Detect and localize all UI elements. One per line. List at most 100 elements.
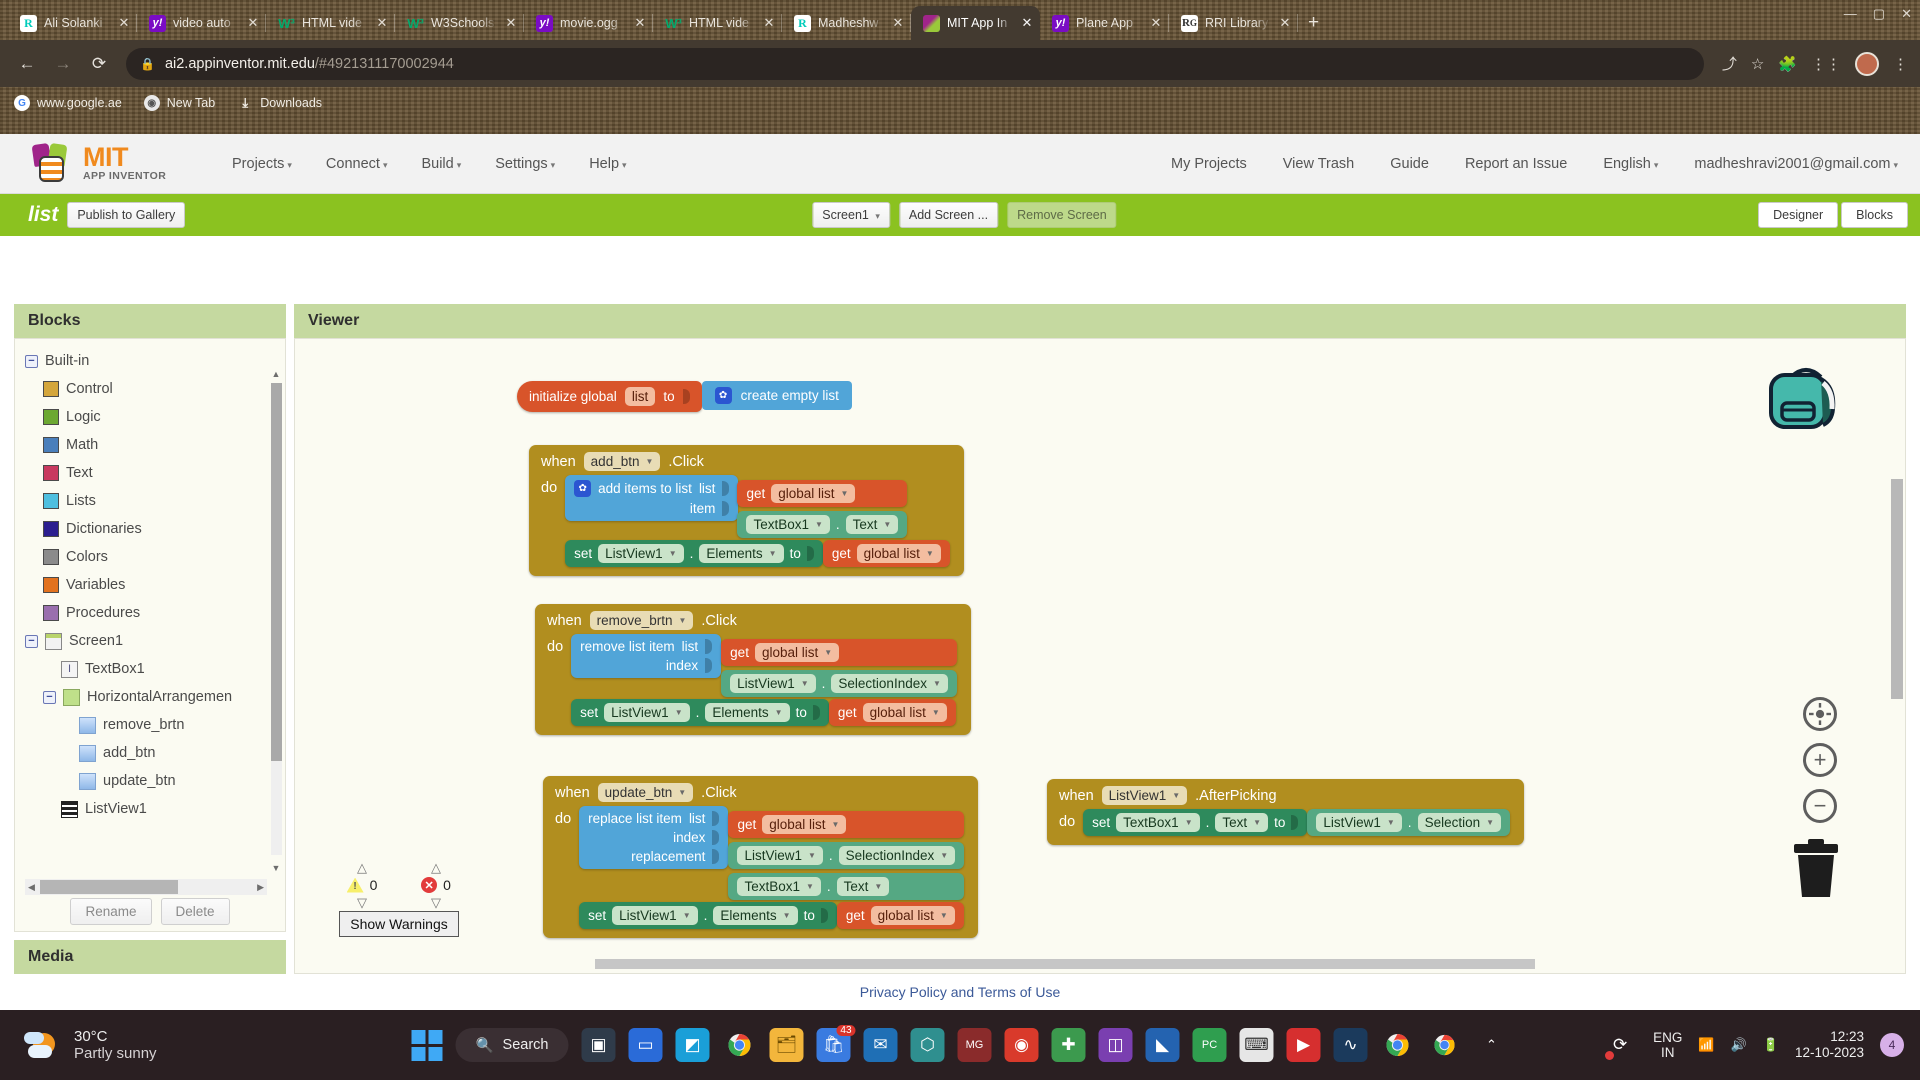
canvas-horizontal-scrollbar[interactable] xyxy=(595,959,1535,969)
zoom-in-icon[interactable]: + xyxy=(1803,743,1837,777)
component-dropdown[interactable]: ListView1 ▼ xyxy=(1101,786,1188,805)
browser-tab[interactable]: R G RRI Library ✕ xyxy=(1169,6,1298,40)
tree-node-textbox1[interactable]: I TextBox1 xyxy=(15,655,285,683)
close-icon[interactable]: ✕ xyxy=(1278,15,1292,31)
component-dropdown[interactable]: ListView1 ▼ xyxy=(604,703,690,722)
global-name-field[interactable]: list xyxy=(624,387,656,406)
variable-dropdown[interactable]: global list ▼ xyxy=(754,643,840,662)
block-when-remove-brtn-click[interactable]: when remove_brtn ▼ .Click do remove list … xyxy=(535,604,971,735)
scroll-right-icon[interactable]: ▶ xyxy=(254,882,267,893)
vscode-icon[interactable]: ◣ xyxy=(1145,1028,1180,1062)
bookmark-newtab[interactable]: ◉ New Tab xyxy=(143,95,215,111)
event-block[interactable]: when remove_brtn ▼ .Click do remove list … xyxy=(535,604,971,735)
property-dropdown[interactable]: SelectionIndex ▼ xyxy=(831,674,948,693)
widgets-icon[interactable]: ◩ xyxy=(675,1028,710,1062)
minimize-icon[interactable]: — xyxy=(1844,6,1857,22)
close-icon[interactable]: ✕ xyxy=(246,15,260,31)
chrome-active-icon[interactable] xyxy=(1381,1028,1415,1062)
palette-horizontal-scrollbar[interactable]: ◀ ▶ xyxy=(25,879,267,895)
get-global-list-block[interactable]: get global list ▼ xyxy=(728,811,965,838)
scrollbar-track[interactable] xyxy=(38,880,254,894)
show-hidden-icons[interactable]: ⌃ xyxy=(1475,1028,1509,1062)
tree-node-add-btn[interactable]: add_btn xyxy=(15,739,285,767)
property-dropdown[interactable]: Text ▼ xyxy=(845,515,899,534)
backpack-icon[interactable] xyxy=(1761,361,1851,437)
error-down-icon[interactable]: ▽ xyxy=(407,896,465,909)
rename-button[interactable]: Rename xyxy=(70,898,152,925)
cube-app-icon[interactable]: ⬡ xyxy=(910,1028,945,1062)
wifi-icon[interactable]: 📶 xyxy=(1698,1037,1714,1053)
listview1-selectionindex-getter-block[interactable]: ListView1 ▼. SelectionIndex ▼ xyxy=(728,842,965,869)
browser-tab[interactable]: W³ W3Schools ✕ xyxy=(395,6,524,40)
teams-icon[interactable]: ▭ xyxy=(628,1028,663,1062)
extensions-icon[interactable]: 🧩 xyxy=(1778,55,1797,73)
pycharm-icon[interactable]: PC xyxy=(1192,1028,1227,1062)
taskview-icon[interactable]: ▣ xyxy=(581,1028,616,1062)
blocks-button[interactable]: Blocks xyxy=(1841,202,1908,228)
close-icon[interactable]: ✕ xyxy=(117,15,131,31)
language-selector[interactable]: English ▾ xyxy=(1603,156,1658,172)
browser-tab[interactable]: W³ HTML vide ✕ xyxy=(266,6,395,40)
account-menu[interactable]: madheshravi2001@gmail.com ▾ xyxy=(1694,156,1898,172)
block-when-add-btn-click[interactable]: when add_btn ▼ .Click do ✿ add items to li… xyxy=(529,445,964,576)
palette-item-text[interactable]: Text xyxy=(15,459,285,487)
scroll-left-icon[interactable]: ◀ xyxy=(25,882,38,893)
palette-item-procedures[interactable]: Procedures xyxy=(15,599,285,627)
listview1-selectionindex-getter-block[interactable]: ListView1 ▼. SelectionIndex ▼ xyxy=(721,670,957,697)
variable-dropdown[interactable]: global list ▼ xyxy=(862,703,947,722)
component-dropdown[interactable]: remove_brtn ▼ xyxy=(589,611,694,630)
variable-dropdown[interactable]: global list ▼ xyxy=(870,906,955,925)
palette-item-logic[interactable]: Logic xyxy=(15,403,285,431)
event-block[interactable]: when add_btn ▼ .Click do ✿ add items to li… xyxy=(529,445,964,576)
canvas-vertical-scrollbar[interactable] xyxy=(1891,479,1903,699)
center-target-icon[interactable] xyxy=(1803,697,1837,731)
warning-up-icon[interactable]: △ xyxy=(333,861,391,874)
property-dropdown[interactable]: Text ▼ xyxy=(836,877,890,896)
tree-node-remove-brtn[interactable]: remove_brtn xyxy=(15,711,285,739)
palette-item-dictionaries[interactable]: Dictionaries xyxy=(15,515,285,543)
store-icon[interactable]: 🛍 43 xyxy=(816,1025,856,1062)
block-when-update-btn-click[interactable]: when update_btn ▼ .Click do replace list … xyxy=(543,776,979,938)
delete-button[interactable]: Delete xyxy=(160,898,230,925)
replace-list-item-block[interactable]: replace list item list index replacement xyxy=(579,806,729,869)
search-box[interactable]: 🔍 Search xyxy=(455,1028,569,1062)
youtube-icon[interactable]: ▶ xyxy=(1286,1028,1321,1062)
close-icon[interactable]: ✕ xyxy=(375,15,389,31)
tree-node-listview1[interactable]: ListView1 xyxy=(15,795,285,823)
collapse-icon[interactable]: − xyxy=(25,634,38,648)
component-dropdown[interactable]: add_btn ▼ xyxy=(583,452,661,471)
block-initialize-global[interactable]: initialize global list to ✿ create empty… xyxy=(517,381,852,412)
outlook-icon[interactable]: ✉ xyxy=(863,1028,898,1062)
maximize-icon[interactable]: ▢ xyxy=(1873,6,1885,22)
palette-item-lists[interactable]: Lists xyxy=(15,487,285,515)
get-global-list-block[interactable]: get global list ▼ xyxy=(822,540,950,567)
property-dropdown[interactable]: Elements ▼ xyxy=(713,906,798,925)
get-global-list-block[interactable]: get global list ▼ xyxy=(721,639,957,666)
forward-icon[interactable]: → xyxy=(48,49,78,79)
close-icon[interactable]: ✕ xyxy=(1149,15,1163,31)
volume-icon[interactable]: 🔊 xyxy=(1731,1037,1747,1053)
component-dropdown[interactable]: ListView1 ▼ xyxy=(1316,813,1402,832)
create-empty-list-block[interactable]: ✿ create empty list xyxy=(701,381,852,410)
link-report-issue[interactable]: Report an Issue xyxy=(1465,156,1567,172)
link-guide[interactable]: Guide xyxy=(1390,156,1429,172)
scrollbar-thumb[interactable] xyxy=(39,880,179,894)
set-textbox1-text-block[interactable]: set TextBox1 ▼ . Text ▼ to xyxy=(1083,809,1308,836)
listview1-selection-getter-block[interactable]: ListView1 ▼. Selection ▼ xyxy=(1307,809,1511,836)
bookmark-google[interactable]: Gwww.google.ae xyxy=(14,95,122,111)
link-view-trash[interactable]: View Trash xyxy=(1283,156,1354,172)
privacy-policy-link[interactable]: Privacy Policy and Terms of Use xyxy=(860,984,1060,1000)
chrome-icon[interactable] xyxy=(723,1028,757,1062)
warning-down-icon[interactable]: ▽ xyxy=(333,896,391,909)
reload-icon[interactable]: ⟳ xyxy=(84,49,114,79)
variable-dropdown[interactable]: global list ▼ xyxy=(771,484,856,503)
menu-help[interactable]: Help ▾ xyxy=(589,156,626,172)
remove-screen-button[interactable]: Remove Screen xyxy=(1007,202,1117,228)
textbox1-text-getter-block[interactable]: TextBox1 ▼. Text ▼ xyxy=(728,873,965,900)
palette-item-math[interactable]: Math xyxy=(15,431,285,459)
scroll-down-icon[interactable]: ▼ xyxy=(269,863,283,873)
mutator-gear-icon[interactable]: ✿ xyxy=(574,480,592,497)
get-global-list-block[interactable]: get global list ▼ xyxy=(836,902,964,929)
share-icon[interactable]: ⤴ xyxy=(1722,53,1737,74)
property-dropdown[interactable]: Elements ▼ xyxy=(705,703,790,722)
